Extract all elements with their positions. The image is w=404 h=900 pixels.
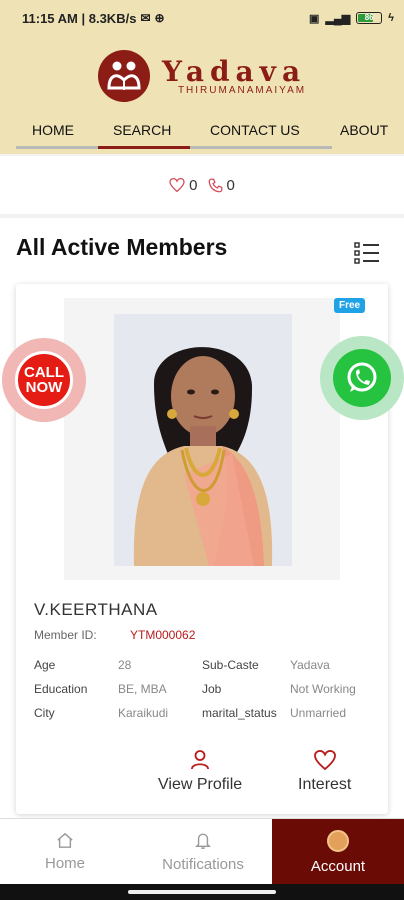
nav-home[interactable]: HOME [32,122,74,138]
bottom-nav-home[interactable]: Home [0,819,130,885]
heart-outline-icon [313,750,336,770]
member-id-value: YTM000062 [130,628,196,642]
member-photo[interactable] [114,314,292,566]
page-title: All Active Members [16,234,228,260]
avatar [327,829,349,852]
bottom-nav-account-label: Account [310,857,366,875]
call-now-button[interactable]: CALL NOW [2,338,86,422]
field-label-subcaste: Sub-Caste [202,658,259,672]
interest-button[interactable]: Interest [298,750,351,794]
charging-icon: ϟ [388,12,394,24]
brand-logo[interactable]: Yadava THIRUMANAMAIYAM [98,50,306,102]
view-profile-button[interactable]: View Profile [158,750,242,794]
nav-scroll-track-right [190,146,332,149]
app-header: Yadava THIRUMANAMAIYAM HOME SEARCH CONTA… [0,36,404,154]
signal-icon: ▂▄▆ [325,12,351,25]
person-icon [191,750,210,770]
member-name: V.KEERTHANA [34,600,158,619]
alarm-icon: ⊕ [154,11,165,25]
sim-icon: ▣ [309,12,320,25]
field-value-job: Not Working [290,682,356,696]
view-profile-label: View Profile [158,776,243,793]
call-count: 0 [226,176,235,194]
battery-icon: 86 [356,12,383,24]
call-now-badge: CALL NOW [15,351,73,409]
call-counter[interactable]: 0 [208,177,235,194]
bottom-nav-notifications[interactable]: Notifications [136,819,270,885]
mail-icon: ✉ [140,11,151,25]
field-label-city: City [34,706,55,720]
field-value-subcaste: Yadava [290,658,330,672]
nav-search[interactable]: SEARCH [113,122,171,138]
bottom-nav-home-label: Home [44,855,85,872]
field-value-education: BE, MBA [118,682,167,696]
phone-icon [208,178,222,192]
title-row: All Active Members [0,218,404,282]
field-value-age: 28 [118,658,132,672]
call-now-line2: NOW [25,379,63,396]
nav-active-indicator [98,146,190,149]
counter-bar: 0 0 [0,156,404,214]
list-view-icon[interactable] [354,242,380,264]
bottom-nav: Home Notifications Account [0,818,404,885]
bottom-nav-account[interactable]: Account [272,819,404,885]
interest-counter[interactable]: 0 [169,176,198,194]
interest-count: 0 [189,176,198,194]
call-now-line1: CALL [24,364,64,381]
status-right: ▣ ▂▄▆ 86 ϟ [309,12,394,25]
member-id-label: Member ID: [34,628,97,642]
nav-contact-us[interactable]: CONTACT US [210,122,300,138]
home-indicator[interactable] [128,890,276,894]
nav-scroll-track [16,146,98,149]
whatsapp-icon [333,349,391,407]
bell-icon [195,833,211,849]
field-label-age: Age [34,658,56,672]
field-label-job: Job [202,682,222,696]
brand-subtitle: THIRUMANAMAIYAM [177,84,307,96]
field-label-education: Education [34,682,88,696]
bottom-nav-notifications-label: Notifications [162,855,244,873]
field-value-city: Karaikudi [118,706,169,720]
plan-badge: Free [334,298,366,313]
status-time: 11:15 AM | 8.3KB/s [22,10,137,26]
photo-frame [64,298,340,580]
interest-label: Interest [298,776,352,793]
field-label-marital-status: marital_status [202,706,277,720]
field-value-marital-status: Unmarried [290,706,347,720]
status-bar: 11:15 AM | 8.3KB/s ✉ ⊕ ▣ ▂▄▆ 86 ϟ [0,0,404,36]
home-icon [57,832,73,848]
system-gesture-bar [0,884,404,900]
heart-icon [169,178,185,192]
couple-logo-icon [98,50,150,102]
whatsapp-button[interactable] [320,336,404,420]
brand-name: Yadava [162,54,307,88]
nav-about[interactable]: ABOUT [340,122,388,138]
